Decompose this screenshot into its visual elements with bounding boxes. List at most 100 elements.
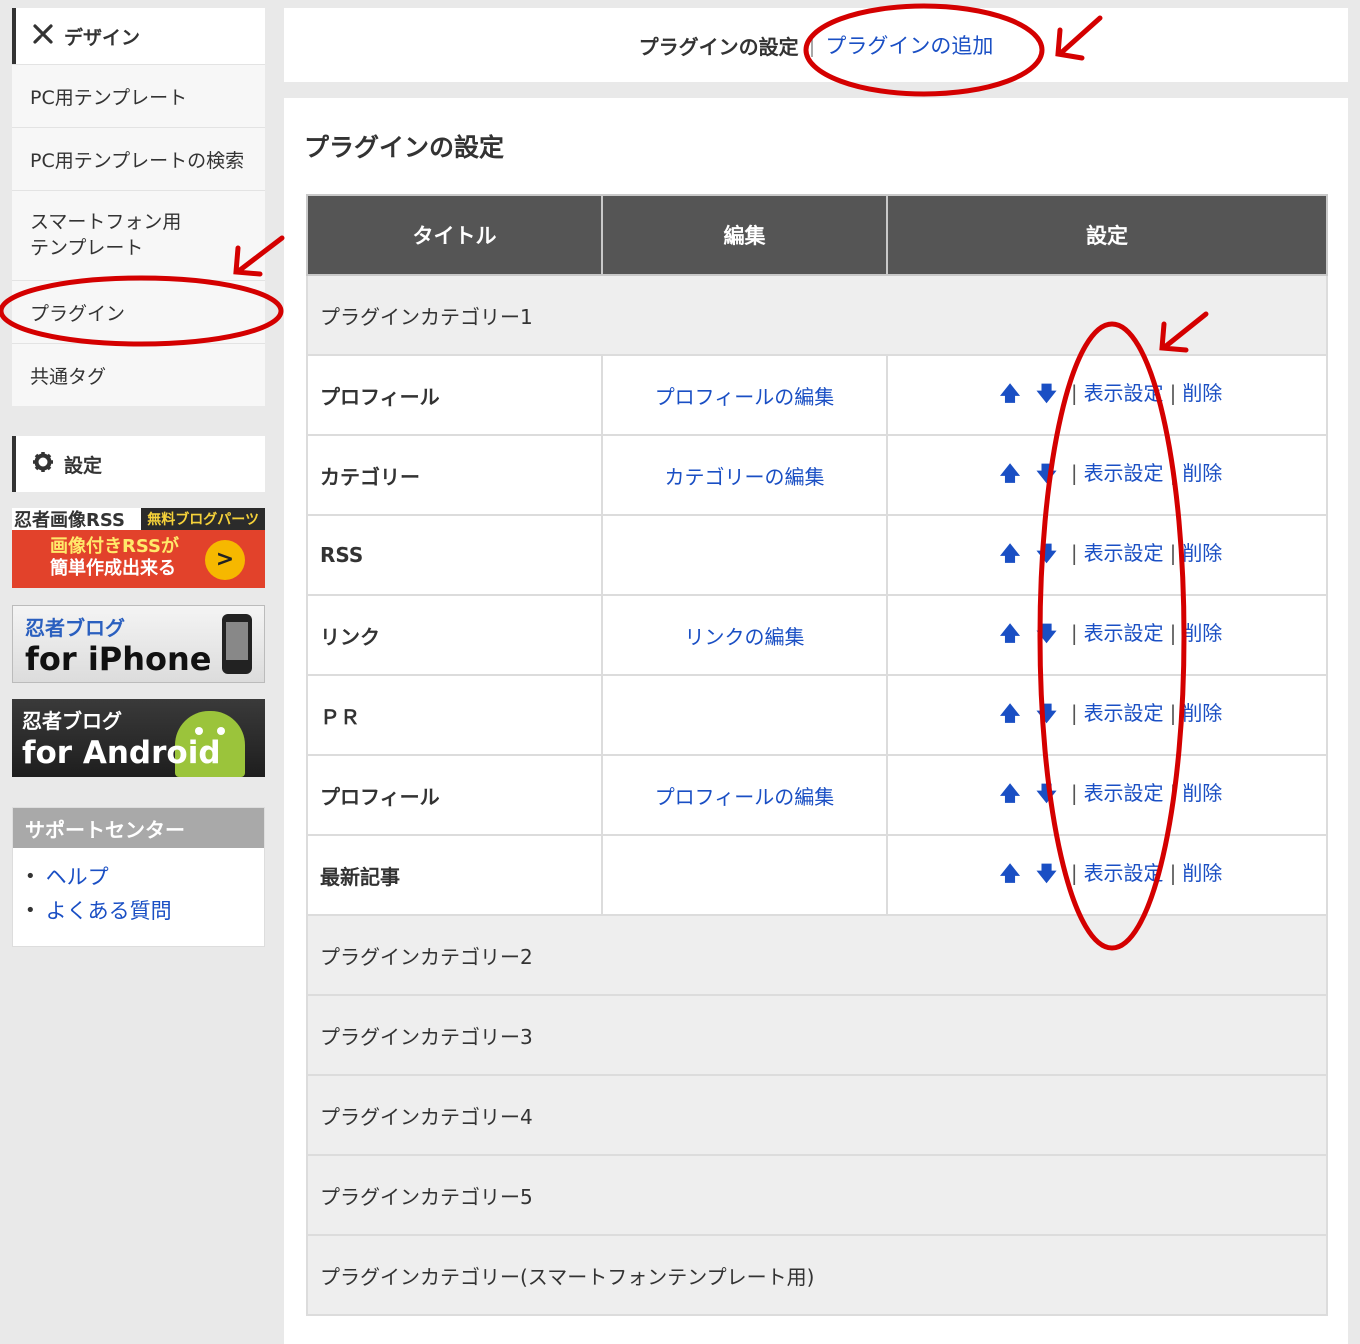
support-links: ヘルプ よくある質問: [13, 848, 264, 946]
move-down-icon[interactable]: 🡇: [1036, 619, 1057, 653]
sidebar-item-plugin[interactable]: プラグイン: [12, 280, 265, 343]
sidebar-item-smartphone-template[interactable]: スマートフォン用 テンプレート: [12, 190, 265, 280]
design-menu-header: デザイン: [12, 8, 265, 64]
edit-link[interactable]: カテゴリーの編集: [665, 465, 825, 489]
sidebar: デザイン PC用テンプレート PC用テンプレートの検索 スマートフォン用 テンプ…: [12, 8, 265, 947]
settings-cell: 🡅 🡇 | 表示設定 | 削除: [886, 514, 1328, 596]
settings-cell: 🡅 🡇 | 表示設定 | 削除: [886, 354, 1328, 436]
separator: |: [1070, 861, 1078, 885]
android-banner-brand: 忍者ブログ: [22, 709, 122, 733]
display-settings-link[interactable]: 表示設定: [1084, 381, 1164, 405]
separator: |: [1169, 701, 1177, 725]
settings-cell: 🡅 🡇 | 表示設定 | 削除: [886, 674, 1328, 756]
separator: |: [1169, 381, 1177, 405]
sidebar-item-pc-template[interactable]: PC用テンプレート: [12, 64, 265, 127]
table-row: カテゴリー カテゴリーの編集 🡅 🡇 | 表示設定 | 削除: [306, 434, 1328, 516]
delete-link[interactable]: 削除: [1182, 541, 1222, 565]
edit-link[interactable]: プロフィールの編集: [655, 385, 835, 409]
move-down-icon[interactable]: 🡇: [1036, 699, 1057, 733]
separator: |: [1070, 781, 1078, 805]
delete-link[interactable]: 削除: [1182, 461, 1222, 485]
android-banner-text: for Android: [22, 735, 221, 771]
display-settings-link[interactable]: 表示設定: [1084, 621, 1164, 645]
category-row: プラグインカテゴリー5: [306, 1154, 1328, 1236]
sidebar-item-common-tag[interactable]: 共通タグ: [12, 343, 265, 406]
phone-icon: [222, 614, 252, 674]
design-menu: デザイン PC用テンプレート PC用テンプレートの検索 スマートフォン用 テンプ…: [12, 8, 265, 406]
separator: |: [1169, 621, 1177, 645]
plugin-title: プロフィール: [306, 354, 603, 436]
plugin-tabs: プラグインの設定 | プラグインの追加: [284, 8, 1348, 82]
delete-link[interactable]: 削除: [1182, 701, 1222, 725]
table-row: リンク リンクの編集 🡅 🡇 | 表示設定 | 削除: [306, 594, 1328, 676]
category-label: プラグインカテゴリー3: [306, 994, 1328, 1076]
tab-add-plugin[interactable]: プラグインの追加: [825, 30, 993, 60]
gear-icon: [32, 451, 54, 478]
move-up-icon[interactable]: 🡅: [1000, 779, 1021, 813]
category-label: プラグインカテゴリー4: [306, 1074, 1328, 1156]
display-settings-link[interactable]: 表示設定: [1084, 781, 1164, 805]
iphone-banner[interactable]: 忍者ブログ for iPhone: [12, 605, 265, 683]
category-label: プラグインカテゴリー1: [306, 274, 1328, 356]
settings-menu-header[interactable]: 設定: [12, 436, 265, 492]
table-row: 最新記事 🡅 🡇 | 表示設定 | 削除: [306, 834, 1328, 916]
category-row: プラグインカテゴリー(スマートフォンテンプレート用): [306, 1234, 1328, 1316]
support-center-title: サポートセンター: [13, 808, 264, 848]
separator: |: [1169, 861, 1177, 885]
display-settings-link[interactable]: 表示設定: [1084, 701, 1164, 725]
edit-cell: [601, 834, 888, 916]
edit-cell: リンクの編集: [601, 594, 888, 676]
category-row: プラグインカテゴリー3: [306, 994, 1328, 1076]
plugin-title: リンク: [306, 594, 603, 676]
plugin-title: 最新記事: [306, 834, 603, 916]
settings-cell: 🡅 🡇 | 表示設定 | 削除: [886, 834, 1328, 916]
move-down-icon[interactable]: 🡇: [1036, 859, 1057, 893]
edit-cell: カテゴリーの編集: [601, 434, 888, 516]
plugin-title: ＰＲ: [306, 674, 603, 756]
display-settings-link[interactable]: 表示設定: [1084, 461, 1164, 485]
chevron-right-icon: >: [205, 540, 245, 580]
help-link[interactable]: ヘルプ: [46, 860, 109, 894]
delete-link[interactable]: 削除: [1182, 781, 1222, 805]
settings-cell: 🡅 🡇 | 表示設定 | 削除: [886, 594, 1328, 676]
edit-link[interactable]: プロフィールの編集: [655, 785, 835, 809]
plugin-title: カテゴリー: [306, 434, 603, 516]
move-up-icon[interactable]: 🡅: [1000, 619, 1021, 653]
support-center: サポートセンター ヘルプ よくある質問: [12, 807, 265, 947]
rss-banner-brand: 忍者画像RSS: [14, 510, 125, 531]
table-row: RSS 🡅 🡇 | 表示設定 | 削除: [306, 514, 1328, 596]
separator: |: [1169, 461, 1177, 485]
move-down-icon[interactable]: 🡇: [1036, 379, 1057, 413]
category-label: プラグインカテゴリー5: [306, 1154, 1328, 1236]
move-up-icon[interactable]: 🡅: [1000, 379, 1021, 413]
faq-link[interactable]: よくある質問: [46, 894, 172, 928]
separator: |: [1070, 541, 1078, 565]
design-tools-icon: [32, 23, 54, 50]
move-up-icon[interactable]: 🡅: [1000, 539, 1021, 573]
display-settings-link[interactable]: 表示設定: [1084, 861, 1164, 885]
sidebar-item-pc-template-search[interactable]: PC用テンプレートの検索: [12, 127, 265, 190]
settings-menu: 設定: [12, 436, 265, 492]
move-up-icon[interactable]: 🡅: [1000, 699, 1021, 733]
column-header-settings: 設定: [886, 194, 1328, 276]
edit-cell: プロフィールの編集: [601, 354, 888, 436]
android-banner[interactable]: 忍者ブログ for Android: [12, 699, 265, 777]
move-up-icon[interactable]: 🡅: [1000, 859, 1021, 893]
table-row: プロフィール プロフィールの編集 🡅 🡇 | 表示設定 | 削除: [306, 354, 1328, 436]
delete-link[interactable]: 削除: [1182, 861, 1222, 885]
move-down-icon[interactable]: 🡇: [1036, 539, 1057, 573]
page-title: プラグインの設定: [304, 133, 505, 162]
rss-banner[interactable]: 忍者画像RSS 無料ブログパーツ 画像付きRSSが 簡単作成出来る >: [12, 508, 265, 588]
table-header-row: タイトル 編集 設定: [306, 194, 1328, 276]
display-settings-link[interactable]: 表示設定: [1084, 541, 1164, 565]
edit-link[interactable]: リンクの編集: [685, 625, 805, 649]
separator: |: [1070, 381, 1078, 405]
move-down-icon[interactable]: 🡇: [1036, 459, 1057, 493]
delete-link[interactable]: 削除: [1182, 621, 1222, 645]
tab-separator: |: [808, 33, 816, 57]
move-up-icon[interactable]: 🡅: [1000, 459, 1021, 493]
edit-cell: プロフィールの編集: [601, 754, 888, 836]
delete-link[interactable]: 削除: [1182, 381, 1222, 405]
move-down-icon[interactable]: 🡇: [1036, 779, 1057, 813]
plugin-settings-panel: プラグインの設定 タイトル 編集 設定 プラグインカテゴリー1 プロフィールプロフ…: [284, 98, 1348, 1344]
